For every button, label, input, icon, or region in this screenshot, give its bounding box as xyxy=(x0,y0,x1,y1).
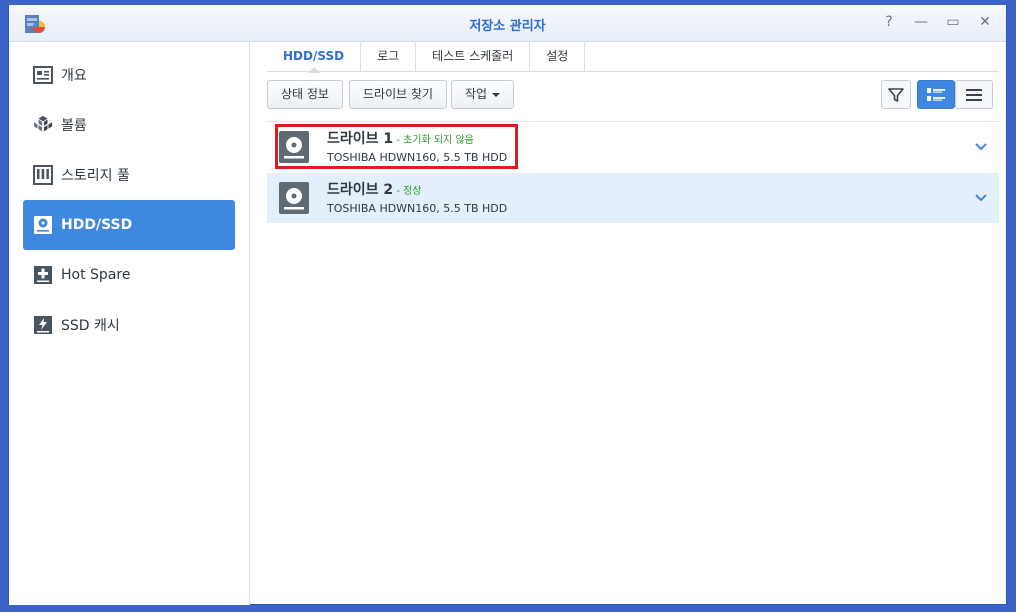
status-info-label: 상태 정보 xyxy=(281,87,329,101)
filter-icon xyxy=(888,87,904,102)
close-button[interactable]: ✕ xyxy=(976,13,994,31)
tab-hdd-ssd[interactable]: HDD/SSD xyxy=(267,42,362,73)
sidebar-item-volume[interactable]: 볼륨 xyxy=(23,100,235,150)
storage-pool-icon xyxy=(33,165,53,185)
detail-list-icon xyxy=(927,87,945,101)
maximize-button[interactable]: ▭ xyxy=(944,13,962,31)
storage-manager-window: 저장소 관리자 ? — ▭ ✕ 개요 볼륨 스토리지 풀 HDD/SSD Hot… xyxy=(8,5,1007,605)
drive-description: TOSHIBA HDWN160, 5.5 TB HDD xyxy=(327,202,508,215)
sidebar-item-label: 스토리지 풀 xyxy=(61,168,130,184)
hot-spare-icon xyxy=(33,265,53,285)
detail-view-button[interactable] xyxy=(917,80,955,109)
window-title: 저장소 관리자 xyxy=(469,19,546,34)
filter-button[interactable] xyxy=(881,80,911,109)
chevron-down-icon[interactable] xyxy=(973,139,989,155)
sidebar-item-ssd-cache[interactable]: SSD 캐시 xyxy=(23,300,235,350)
main-panel: HDD/SSD 로그 테스트 스케줄러 설정 상태 정보 드라이브 찾기 작업 xyxy=(267,42,999,605)
annotation-highlight-box xyxy=(275,124,518,169)
sidebar-item-hdd-ssd[interactable]: HDD/SSD xyxy=(23,200,235,250)
tab-log[interactable]: 로그 xyxy=(361,42,417,72)
title-bar[interactable]: 저장소 관리자 ? — ▭ ✕ xyxy=(9,5,1006,42)
tab-test-scheduler[interactable]: 테스트 스케줄러 xyxy=(416,42,531,72)
toolbar: 상태 정보 드라이브 찾기 작업 xyxy=(267,80,999,110)
drive-row[interactable]: 드라이브 1 - 초기화 되지 않음 TOSHIBA HDWN160, 5.5 … xyxy=(267,122,999,172)
drive-row[interactable]: 드라이브 2 - 정상 TOSHIBA HDWN160, 5.5 TB HDD xyxy=(267,173,999,223)
chevron-down-icon[interactable] xyxy=(973,190,989,206)
find-drive-button[interactable]: 드라이브 찾기 xyxy=(349,80,448,109)
find-drive-label: 드라이브 찾기 xyxy=(363,87,434,101)
list-icon xyxy=(966,88,982,101)
compact-view-button[interactable] xyxy=(955,80,993,109)
sidebar-item-label: HDD/SSD xyxy=(61,217,133,233)
sidebar-item-hot-spare[interactable]: Hot Spare xyxy=(23,250,235,300)
hdd-icon xyxy=(279,182,309,214)
help-button[interactable]: ? xyxy=(880,13,898,31)
volume-icon xyxy=(33,115,53,135)
tab-settings[interactable]: 설정 xyxy=(530,42,586,72)
action-label: 작업 xyxy=(465,87,488,101)
tab-bar: HDD/SSD 로그 테스트 스케줄러 설정 xyxy=(267,42,999,73)
minimize-button[interactable]: — xyxy=(912,13,930,31)
action-dropdown-button[interactable]: 작업 xyxy=(451,80,515,109)
status-info-button[interactable]: 상태 정보 xyxy=(267,80,343,109)
sidebar-item-label: 볼륨 xyxy=(61,118,87,134)
drive-name: 드라이브 2 - 정상 xyxy=(327,179,422,199)
sidebar-item-label: 개요 xyxy=(61,68,87,84)
caret-down-icon xyxy=(492,92,501,97)
hdd-icon xyxy=(33,215,53,235)
drive-name-text: 드라이브 2 xyxy=(327,182,394,198)
sidebar-item-overview[interactable]: 개요 xyxy=(23,50,235,100)
sidebar-item-label: Hot Spare xyxy=(61,267,131,283)
drive-status: - 정상 xyxy=(393,186,422,197)
overview-icon xyxy=(33,65,53,85)
sidebar-item-storage-pool[interactable]: 스토리지 풀 xyxy=(23,150,235,200)
sidebar: 개요 볼륨 스토리지 풀 HDD/SSD Hot Spare SSD 캐시 xyxy=(9,42,250,605)
ssd-cache-icon xyxy=(33,315,53,335)
sidebar-item-label: SSD 캐시 xyxy=(61,318,120,334)
